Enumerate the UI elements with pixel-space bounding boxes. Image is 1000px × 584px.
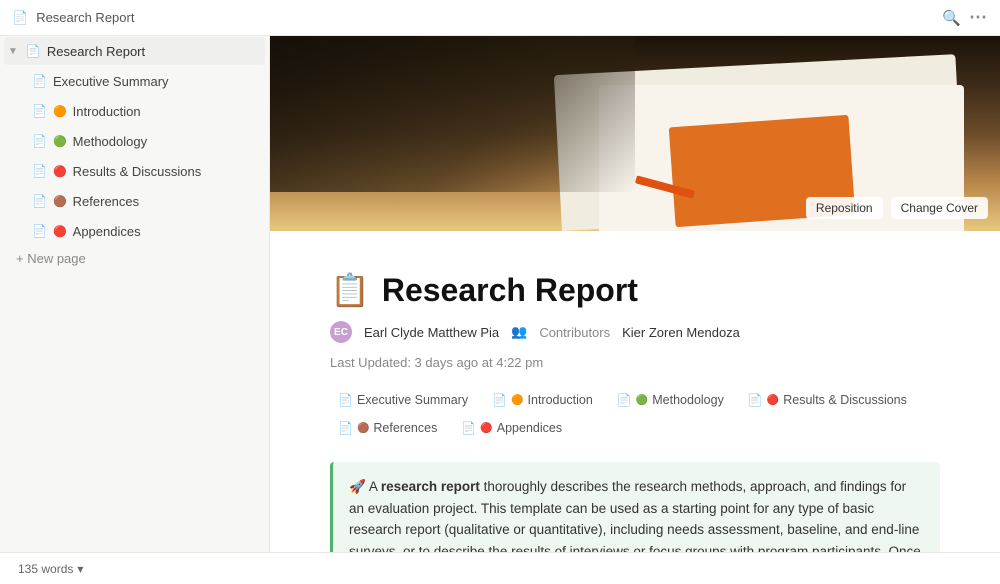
- sub-page-chip-4[interactable]: 📄 🟤 References: [330, 418, 445, 438]
- chip-icon-4: 📄: [338, 421, 353, 435]
- chip-icon-3: 📄: [748, 393, 763, 407]
- sidebar: ▼ 📄 Research Report 📄 Executive Summary …: [0, 36, 270, 552]
- new-page-button[interactable]: + New page: [4, 247, 265, 270]
- sidebar-item-color-3: 🔴: [53, 165, 67, 178]
- sidebar-item-results[interactable]: 📄 🔴 Results & Discussions: [4, 157, 265, 185]
- sidebar-item-color-4: 🟤: [53, 195, 67, 208]
- callout-green-icon: 🚀: [349, 479, 369, 494]
- top-bar: 📄 Research Report 🔍 ⋯: [0, 0, 1000, 36]
- chip-icon-1: 📄: [492, 393, 507, 407]
- page-content: 📋 Research Report EC Earl Clyde Matthew …: [270, 231, 1000, 552]
- page-title-icon: 📋: [330, 271, 370, 309]
- bottom-bar: 135 words ▾: [0, 552, 1000, 584]
- reposition-button[interactable]: Reposition: [806, 197, 883, 219]
- chip-color-3: 🔴: [767, 395, 779, 406]
- page-title-row: 📋 Research Report: [330, 271, 940, 309]
- sidebar-item-label-3: Results & Discussions: [73, 164, 202, 179]
- chip-color-5: 🔴: [480, 423, 492, 434]
- sidebar-root-icon: 📄: [26, 44, 41, 58]
- new-page-label: + New page: [16, 251, 86, 266]
- sidebar-item-icon-5: 📄: [32, 224, 47, 238]
- chip-color-2: 🟢: [636, 395, 648, 406]
- change-cover-button[interactable]: Change Cover: [891, 197, 988, 219]
- meta-row: EC Earl Clyde Matthew Pia 👥 Contributors…: [330, 321, 940, 370]
- callout-green: 🚀 A research report thoroughly describes…: [330, 462, 940, 552]
- sidebar-item-label-0: Executive Summary: [53, 74, 169, 89]
- word-count-button[interactable]: 135 words ▾: [12, 560, 89, 578]
- sidebar-item-label-4: References: [73, 194, 139, 209]
- sub-page-chip-1[interactable]: 📄 🟠 Introduction: [484, 390, 601, 410]
- word-count-text: 135 words: [18, 562, 73, 576]
- contributors-name: Kier Zoren Mendoza: [622, 325, 740, 340]
- sidebar-item-icon-0: 📄: [32, 74, 47, 88]
- chip-icon-5: 📄: [461, 421, 476, 435]
- chip-label-3: Results & Discussions: [783, 393, 907, 407]
- chip-icon-0: 📄: [338, 393, 353, 407]
- sub-pages-row: 📄 Executive Summary 📄 🟠 Introduction 📄 🟢…: [330, 390, 940, 438]
- chip-color-4: 🟤: [357, 423, 369, 434]
- sidebar-item-methodology[interactable]: 📄 🟢 Methodology: [4, 127, 265, 155]
- cover-buttons: Reposition Change Cover: [806, 197, 988, 219]
- top-bar-actions: 🔍 ⋯: [942, 7, 988, 28]
- sidebar-root-item[interactable]: ▼ 📄 Research Report: [4, 37, 265, 65]
- chip-color-1: 🟠: [511, 395, 523, 406]
- sidebar-item-icon-3: 📄: [32, 164, 47, 178]
- search-icon[interactable]: 🔍: [942, 9, 961, 27]
- contributors-label: Contributors: [539, 325, 610, 340]
- word-count-chevron: ▾: [77, 562, 83, 576]
- sidebar-item-introduction[interactable]: 📄 🟠 Introduction: [4, 97, 265, 125]
- author-avatar: EC: [330, 321, 352, 343]
- sub-page-chip-3[interactable]: 📄 🔴 Results & Discussions: [740, 390, 915, 410]
- sub-page-chip-0[interactable]: 📄 Executive Summary: [330, 390, 476, 410]
- cover-image: Reposition Change Cover: [270, 36, 1000, 231]
- expand-icon: ▼: [8, 46, 18, 57]
- chip-icon-2: 📄: [617, 393, 632, 407]
- chip-label-4: References: [373, 421, 437, 435]
- top-bar-title: Research Report: [36, 10, 934, 25]
- chip-label-5: Appendices: [497, 421, 562, 435]
- callout-green-text: A research report thoroughly describes t…: [349, 479, 921, 552]
- page-title: Research Report: [382, 272, 638, 309]
- contributors-icon: 👥: [511, 324, 527, 340]
- author-initials: EC: [334, 327, 348, 338]
- sidebar-item-icon-2: 📄: [32, 134, 47, 148]
- chip-label-1: Introduction: [528, 393, 593, 407]
- sidebar-item-color-5: 🔴: [53, 225, 67, 238]
- shadow-overlay: [270, 36, 635, 192]
- sidebar-item-color-2: 🟢: [53, 135, 67, 148]
- sidebar-item-references[interactable]: 📄 🟤 References: [4, 187, 265, 215]
- sub-page-chip-2[interactable]: 📄 🟢 Methodology: [609, 390, 732, 410]
- page-icon-small: 📄: [12, 10, 28, 26]
- main-layout: ▼ 📄 Research Report 📄 Executive Summary …: [0, 36, 1000, 552]
- chip-label-0: Executive Summary: [357, 393, 468, 407]
- content-area: Reposition Change Cover 📋 Research Repor…: [270, 36, 1000, 552]
- sidebar-item-label-1: Introduction: [73, 104, 141, 119]
- sidebar-item-label-5: Appendices: [73, 224, 141, 239]
- sidebar-item-icon-4: 📄: [32, 194, 47, 208]
- sidebar-root-label: Research Report: [47, 44, 145, 59]
- sidebar-item-icon-1: 📄: [32, 104, 47, 118]
- more-icon[interactable]: ⋯: [969, 7, 988, 28]
- sidebar-item-color-1: 🟠: [53, 105, 67, 118]
- sidebar-item-appendices[interactable]: 📄 🔴 Appendices: [4, 217, 265, 245]
- author-name: Earl Clyde Matthew Pia: [364, 325, 499, 340]
- last-updated: Last Updated: 3 days ago at 4:22 pm: [330, 355, 543, 370]
- sidebar-item-executive-summary[interactable]: 📄 Executive Summary: [4, 67, 265, 95]
- chip-label-2: Methodology: [652, 393, 724, 407]
- sub-page-chip-5[interactable]: 📄 🔴 Appendices: [453, 418, 570, 438]
- sidebar-item-label-2: Methodology: [73, 134, 147, 149]
